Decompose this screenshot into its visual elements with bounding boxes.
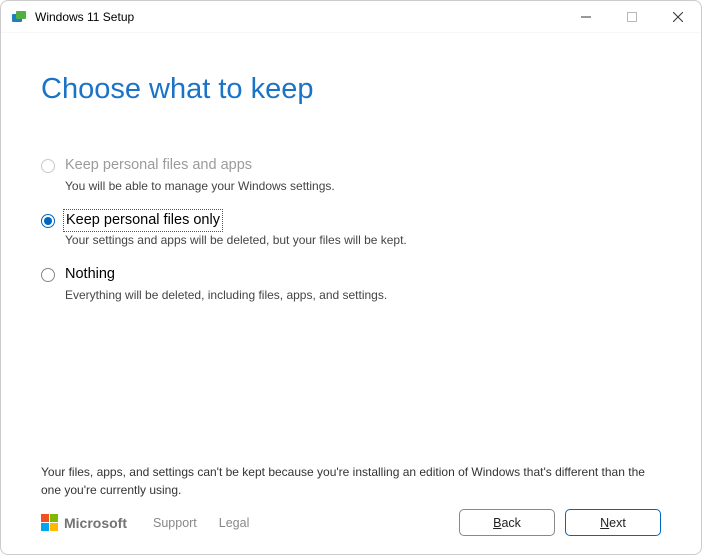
back-button-rest: ack <box>501 516 520 530</box>
close-button[interactable] <box>655 1 701 33</box>
footer-row: Microsoft Support Legal Back Next <box>41 509 661 536</box>
next-button[interactable]: Next <box>565 509 661 536</box>
radio-icon <box>41 159 55 173</box>
option-description: Everything will be deleted, including fi… <box>65 288 387 302</box>
options-group: Keep personal files and apps You will be… <box>41 156 661 302</box>
nav-buttons: Back Next <box>459 509 661 536</box>
page-title: Choose what to keep <box>41 73 661 106</box>
window-controls <box>563 1 701 32</box>
support-link[interactable]: Support <box>153 516 197 530</box>
content-area: Choose what to keep Keep personal files … <box>1 33 701 464</box>
setup-window: Windows 11 Setup Choose what to keep <box>0 0 702 555</box>
option-keep-files-only[interactable]: Keep personal files only Your settings a… <box>41 211 661 248</box>
option-description: Your settings and apps will be deleted, … <box>65 233 407 247</box>
option-nothing[interactable]: Nothing Everything will be deleted, incl… <box>41 265 661 302</box>
radio-icon <box>41 268 55 282</box>
minimize-button[interactable] <box>563 1 609 33</box>
app-icon <box>11 9 27 25</box>
option-body: Nothing Everything will be deleted, incl… <box>65 265 387 302</box>
option-body: Keep personal files and apps You will be… <box>65 156 335 193</box>
option-keep-files-and-apps: Keep personal files and apps You will be… <box>41 156 661 193</box>
titlebar: Windows 11 Setup <box>1 1 701 33</box>
option-label: Keep personal files and apps <box>65 156 335 176</box>
maximize-button[interactable] <box>609 1 655 33</box>
legal-link[interactable]: Legal <box>219 516 250 530</box>
window-title: Windows 11 Setup <box>35 10 563 24</box>
option-label: Keep personal files only <box>65 211 221 231</box>
footer-links: Support Legal <box>153 516 249 530</box>
next-button-rest: ext <box>609 516 626 530</box>
microsoft-brand-text: Microsoft <box>64 515 127 531</box>
microsoft-logo: Microsoft <box>41 514 127 531</box>
option-description: You will be able to manage your Windows … <box>65 179 335 193</box>
microsoft-logo-icon <box>41 514 58 531</box>
back-button[interactable]: Back <box>459 509 555 536</box>
footer: Your files, apps, and settings can't be … <box>1 464 701 554</box>
radio-icon <box>41 214 55 228</box>
option-label: Nothing <box>65 265 387 285</box>
warning-text: Your files, apps, and settings can't be … <box>41 464 661 499</box>
option-body: Keep personal files only Your settings a… <box>65 211 407 248</box>
